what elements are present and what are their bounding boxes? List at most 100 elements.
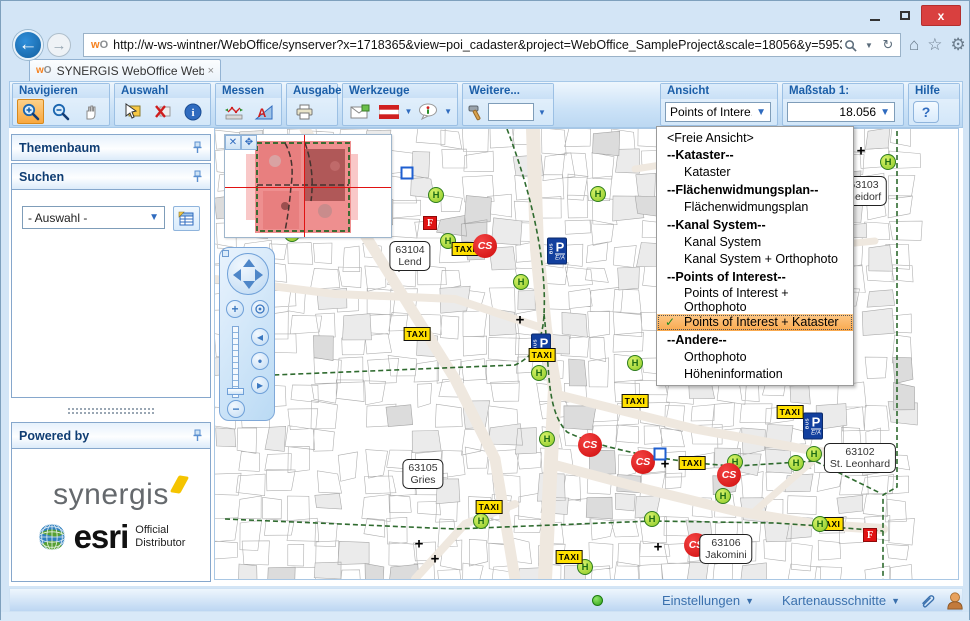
zoom-out-widget-button[interactable]: −: [227, 400, 245, 418]
search-select-caret-icon[interactable]: ▼: [149, 212, 159, 223]
bus-stop-marker[interactable]: H: [428, 187, 444, 203]
bus-stop-marker[interactable]: H: [513, 274, 529, 290]
taxi-marker[interactable]: TAXI: [556, 550, 583, 564]
settings-caret-icon[interactable]: ▼: [745, 596, 754, 606]
language-caret-icon[interactable]: ▼: [404, 107, 412, 116]
taxi-marker[interactable]: TAXI: [529, 348, 556, 362]
settings-menu[interactable]: Einstellungen ▼: [662, 593, 754, 608]
url-dropdown-icon[interactable]: ▼: [861, 37, 877, 53]
bus-stop-marker[interactable]: H: [812, 516, 828, 532]
address-bar[interactable]: wO http://w-ws-wintner/WebOffice/synserv…: [83, 33, 901, 57]
zoom-in-widget-button[interactable]: +: [226, 300, 244, 318]
view-option-5[interactable]: --Kanal System--: [657, 216, 853, 233]
bus-stop-marker[interactable]: H: [539, 431, 555, 447]
pan-up-icon[interactable]: [243, 259, 255, 267]
weitere-caret-icon[interactable]: ▼: [538, 108, 546, 117]
bus-stop-marker[interactable]: H: [715, 488, 731, 504]
search-select[interactable]: - Auswahl - ▼: [22, 206, 165, 229]
user-button[interactable]: [946, 591, 964, 610]
pan-left-icon[interactable]: [233, 269, 241, 281]
view-option-8[interactable]: --Points of Interest--: [657, 268, 853, 285]
parking-marker[interactable]: BUSPE/A: [803, 413, 823, 440]
forward-button[interactable]: →: [47, 33, 71, 57]
pan-control[interactable]: [227, 253, 269, 295]
home-icon[interactable]: ⌂: [909, 35, 919, 55]
view-option-7[interactable]: Kanal System + Orthophoto: [657, 251, 853, 268]
view-select-caret-icon[interactable]: ▼: [756, 107, 766, 118]
zoom-in-button[interactable]: [17, 99, 44, 124]
panel-suchen[interactable]: Suchen: [11, 163, 211, 190]
pin-icon[interactable]: [192, 429, 203, 442]
back-button[interactable]: ←: [13, 30, 43, 60]
church-marker[interactable]: +: [431, 552, 440, 567]
prev-extent-button[interactable]: ◂: [251, 328, 269, 346]
taxi-marker[interactable]: TAXI: [622, 394, 649, 408]
bus-stop-marker[interactable]: H: [531, 365, 547, 381]
pan-button[interactable]: [77, 99, 104, 124]
measure-distance-button[interactable]: [220, 99, 247, 124]
panel-resizer[interactable]: [11, 404, 211, 418]
pin-icon[interactable]: [192, 141, 203, 154]
view-option-3[interactable]: --Flächenwidmungsplan--: [657, 181, 853, 198]
search-form-button[interactable]: [173, 206, 200, 231]
search-icon[interactable]: [842, 37, 858, 53]
map-extracts-menu[interactable]: Kartenausschnitte ▼: [782, 593, 900, 608]
view-option-9[interactable]: Points of Interest + Orthophoto: [657, 286, 853, 314]
view-option-12[interactable]: Orthophoto: [657, 348, 853, 365]
clear-selection-button[interactable]: [149, 99, 176, 124]
weitere-input[interactable]: [488, 103, 534, 121]
maptip-caret-icon[interactable]: ▼: [444, 107, 452, 116]
panel-powered-by[interactable]: Powered by: [11, 422, 211, 449]
bus-stop-marker[interactable]: H: [788, 455, 804, 471]
bus-stop-marker[interactable]: H: [806, 446, 822, 462]
measure-area-button[interactable]: A: [250, 99, 277, 124]
view-option-10[interactable]: ✓Points of Interest + Kataster: [657, 314, 853, 331]
bus-stop-marker[interactable]: H: [644, 511, 660, 527]
info-point-marker[interactable]: [401, 167, 414, 180]
pin-icon[interactable]: [192, 170, 203, 183]
view-option-11[interactable]: --Andere--: [657, 331, 853, 348]
church-marker[interactable]: +: [654, 540, 663, 555]
bus-stop-marker[interactable]: H: [473, 513, 489, 529]
taxi-marker[interactable]: TAXI: [476, 500, 503, 514]
panel-themenbaum[interactable]: Themenbaum: [11, 134, 211, 161]
print-button[interactable]: [291, 99, 318, 124]
tab-close-icon[interactable]: ×: [208, 65, 214, 77]
view-option-6[interactable]: Kanal System: [657, 233, 853, 250]
maptip-button[interactable]: [416, 99, 440, 124]
nav-collapse-icon[interactable]: [222, 250, 229, 257]
carsharing-marker[interactable]: CS: [578, 433, 602, 457]
view-option-4[interactable]: Flächenwidmungsplan: [657, 199, 853, 216]
bus-stop-marker[interactable]: H: [627, 355, 643, 371]
view-option-2[interactable]: Kataster: [657, 164, 853, 181]
map-extracts-caret-icon[interactable]: ▼: [891, 596, 900, 606]
zoom-out-button[interactable]: [47, 99, 74, 124]
overview-close-icon[interactable]: ✕: [225, 135, 241, 150]
view-option-13[interactable]: Höheninformation: [657, 366, 853, 383]
browser-tab[interactable]: wO SYNERGIS WebOffice Web... ×: [29, 59, 221, 81]
minimize-button[interactable]: [861, 5, 889, 26]
carsharing-marker[interactable]: CS: [473, 234, 497, 258]
center-button[interactable]: •: [251, 352, 269, 370]
map-navigation-widget[interactable]: + ◂ • ▸ −: [219, 247, 275, 421]
maximize-button[interactable]: [891, 5, 919, 26]
taxi-marker[interactable]: TAXI: [679, 456, 706, 470]
view-option-0[interactable]: <Freie Ansicht>: [657, 129, 853, 146]
next-extent-button[interactable]: ▸: [251, 376, 269, 394]
send-map-button[interactable]: [347, 99, 374, 124]
settings-gear-icon[interactable]: ⚙: [951, 35, 966, 55]
view-option-1[interactable]: --Kataster--: [657, 146, 853, 163]
attachment-button[interactable]: [918, 592, 936, 610]
refresh-icon[interactable]: ↻: [880, 37, 896, 53]
church-marker[interactable]: +: [415, 537, 424, 552]
zoom-slider-handle[interactable]: [227, 388, 244, 395]
church-marker[interactable]: +: [857, 144, 866, 159]
bus-stop-marker[interactable]: H: [880, 154, 896, 170]
favorites-star-icon[interactable]: ☆: [927, 35, 942, 55]
church-marker[interactable]: +: [516, 313, 525, 328]
scale-input[interactable]: 18.056 ▼: [787, 102, 895, 122]
view-select[interactable]: Points of Intere... ▼: [665, 102, 771, 122]
bus-stop-marker[interactable]: H: [590, 186, 606, 202]
full-extent-button[interactable]: [251, 300, 269, 318]
close-button[interactable]: x: [921, 5, 961, 26]
